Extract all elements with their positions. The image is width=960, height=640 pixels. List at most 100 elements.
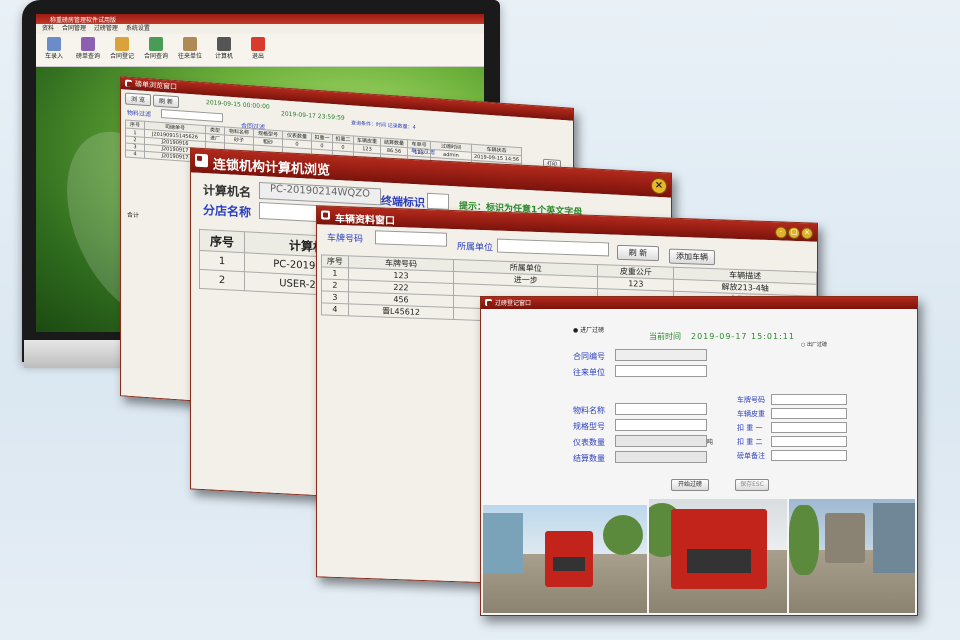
terminal-input[interactable] bbox=[427, 192, 449, 210]
menu-item[interactable]: 系统设置 bbox=[126, 25, 150, 32]
truck-entry-icon bbox=[47, 37, 61, 51]
app-icon bbox=[485, 299, 492, 306]
table-cell: 1 bbox=[199, 250, 245, 272]
browse-button[interactable]: 浏 览 bbox=[125, 92, 151, 107]
tare-label: 车辆皮重 bbox=[737, 410, 765, 418]
camera-photo-2 bbox=[649, 499, 787, 613]
tare-input[interactable] bbox=[771, 408, 847, 419]
save-button[interactable]: 保存ESC bbox=[735, 479, 769, 491]
spec-label: 规格型号 bbox=[573, 422, 605, 431]
meter-qty-input[interactable] bbox=[615, 435, 707, 447]
app-icon bbox=[195, 153, 208, 168]
add-vehicle-button[interactable]: 添加车辆 bbox=[669, 248, 715, 266]
unit-ton: 吨 bbox=[707, 439, 714, 446]
table-cell: 2 bbox=[321, 278, 349, 292]
camera-photo-3 bbox=[789, 499, 915, 613]
table-cell: 4 bbox=[321, 302, 349, 316]
partner-unit-label: 往来单位 bbox=[573, 368, 605, 377]
deduct1-input[interactable] bbox=[771, 422, 847, 433]
window-title: 过磅登记窗口 bbox=[495, 300, 532, 307]
remark-input[interactable] bbox=[771, 450, 847, 461]
maximize-button[interactable]: □ bbox=[788, 226, 800, 240]
column-header[interactable]: 序号 bbox=[199, 229, 245, 253]
total-label: 合计 bbox=[127, 211, 140, 220]
plate-input[interactable] bbox=[375, 230, 447, 247]
table-cell: 4 bbox=[125, 150, 145, 159]
table-cell: 2 bbox=[199, 269, 245, 291]
branch-label: 分店名称 bbox=[203, 203, 252, 220]
weigh-query-icon bbox=[81, 37, 95, 51]
deduct1-label: 扣 重 一 bbox=[737, 424, 763, 432]
unit-input[interactable] bbox=[497, 238, 609, 257]
query-info: 查询条件：时间 记录数量：4 bbox=[351, 120, 416, 131]
start-weighing-button[interactable]: 开始过磅 bbox=[671, 479, 709, 491]
refresh-button[interactable]: 刷 新 bbox=[153, 94, 179, 109]
menu-item[interactable]: 资料 bbox=[42, 25, 54, 32]
spec-input[interactable] bbox=[615, 419, 707, 431]
material-label: 物料名称 bbox=[573, 406, 605, 415]
material-select[interactable] bbox=[615, 403, 707, 415]
time-value: 2019-09-17 15:01:11 bbox=[691, 332, 795, 341]
unit-label: 所属单位 bbox=[457, 242, 494, 254]
toolbar-button[interactable]: 退出 bbox=[244, 34, 272, 64]
contract-icon bbox=[115, 37, 129, 51]
toolbar-button-label: 计算机 bbox=[214, 53, 233, 60]
weighing-window: 过磅登记窗口 ● 进厂过磅 当前时间 2019-09-17 15:01:11 ○… bbox=[480, 296, 918, 616]
toolbar-button[interactable]: 往来单位 bbox=[176, 34, 204, 64]
radio-out-label: 出厂过磅 bbox=[806, 342, 827, 348]
close-button[interactable]: × bbox=[801, 227, 813, 240]
book-icon bbox=[183, 37, 197, 51]
minimize-button[interactable]: - bbox=[775, 226, 787, 239]
toolbar-button-label: 合同登记 bbox=[109, 53, 134, 60]
settle-qty-input[interactable] bbox=[615, 451, 707, 463]
toolbar-button[interactable]: 合同登记 bbox=[108, 34, 136, 64]
toolbar-button[interactable]: 合同查询 bbox=[142, 34, 170, 64]
close-button[interactable]: × bbox=[651, 177, 667, 195]
app-title: 称重磅房管理软件试用版 bbox=[50, 17, 117, 24]
pc-name-input[interactable]: PC-20190214WQZO bbox=[259, 181, 381, 206]
contract-no-select[interactable] bbox=[615, 349, 707, 361]
settle-qty-label: 结算数量 bbox=[573, 454, 605, 463]
plate-select[interactable] bbox=[771, 394, 847, 405]
contract-query-icon bbox=[149, 37, 163, 51]
table-cell: 1 bbox=[321, 266, 349, 280]
exit-icon bbox=[251, 37, 265, 51]
menu-item[interactable]: 合同管理 bbox=[62, 25, 86, 32]
app-titlebar: 称重磅房管理软件试用版 bbox=[36, 14, 484, 24]
table-cell: 3 bbox=[321, 290, 349, 304]
toolbar-button[interactable]: 磅单查询 bbox=[74, 34, 102, 64]
toolbar-button[interactable]: 车录入 bbox=[40, 34, 68, 64]
toolbar-button-label: 退出 bbox=[251, 53, 264, 60]
menu-item[interactable]: 过磅管理 bbox=[94, 25, 118, 32]
radio-in-label: 进厂过磅 bbox=[580, 327, 605, 334]
table-cell: 晋L45612 bbox=[348, 303, 454, 320]
plate-label: 车牌号码 bbox=[327, 233, 364, 245]
plate-label: 车牌号码 bbox=[737, 396, 765, 404]
pc-name-label: 计算机名 bbox=[203, 183, 252, 200]
radio-out-weighing[interactable]: ○ 出厂过磅 bbox=[801, 341, 827, 348]
contract-no-label: 合同编号 bbox=[573, 352, 605, 361]
deduct2-label: 扣 重 二 bbox=[737, 438, 763, 446]
app-icon bbox=[125, 79, 132, 87]
partner-unit-select[interactable] bbox=[615, 365, 707, 377]
material-filter-input[interactable] bbox=[161, 108, 223, 123]
printer-icon bbox=[217, 37, 231, 51]
app-menubar: 资料 合同管理 过磅管理 系统设置 bbox=[36, 24, 484, 34]
window-titlebar: 过磅登记窗口 bbox=[481, 297, 917, 309]
refresh-button[interactable]: 刷 新 bbox=[617, 244, 659, 262]
toolbar-button-label: 合同查询 bbox=[143, 53, 168, 60]
toolbar-button-label: 车录入 bbox=[44, 53, 63, 60]
material-filter-label: 物料过滤 bbox=[127, 109, 152, 119]
app-icon bbox=[321, 210, 330, 220]
toolbar-button-label: 往来单位 bbox=[177, 53, 202, 60]
app-toolbar: 车录入 磅单查询 合同登记 合同查询 往来单位 计算机 退出 bbox=[36, 34, 484, 67]
toolbar-button-label: 磅单查询 bbox=[75, 53, 100, 60]
camera-photo-1 bbox=[483, 505, 647, 613]
column-header[interactable]: 序号 bbox=[321, 254, 349, 268]
toolbar-button[interactable]: 计算机 bbox=[210, 34, 238, 64]
deduct2-input[interactable] bbox=[771, 436, 847, 447]
radio-in-weighing[interactable]: ● 进厂过磅 bbox=[573, 325, 604, 334]
date-from: 2019-09-15 00:00:00 bbox=[206, 99, 270, 111]
date-to: 2019-09-17 23:59:59 bbox=[281, 110, 345, 122]
remark-label: 磅单备注 bbox=[737, 452, 765, 460]
